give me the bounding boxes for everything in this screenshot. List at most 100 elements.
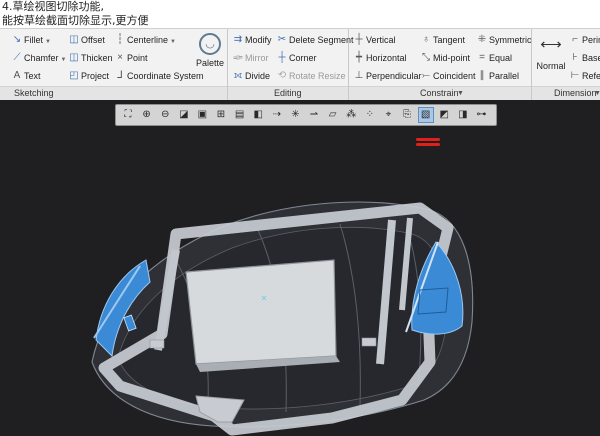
horizontal-icon: ┿ — [355, 52, 363, 63]
mirror-button[interactable]: ⟚ Mirror — [231, 50, 268, 66]
perimeter-icon: ⌐ — [572, 34, 578, 45]
symmetric-button[interactable]: ⁜ Symmetric — [475, 32, 532, 48]
perpendicular-button[interactable]: ⊥ Perpendicular — [352, 68, 422, 84]
repaint-icon[interactable]: ◪ — [176, 107, 192, 123]
ribbon: ↘ Fillet ▼ ⟋ Chamfer ▼ A Text ◫ Offset ◫ Thicke… — [0, 28, 600, 100]
corner-button[interactable]: ┼ Corner — [275, 50, 316, 66]
graphics-viewport[interactable]: ⛶ ⊕ ⊖ ◪ ▣ ⊞ ▤ ◧ ⇢ ✳ ⇀ ▱ ⁂ ⁘ ⌖ ⎘ ▧ ◩ ◨ ⊶ — [0, 100, 600, 436]
point-button[interactable]: × Point — [113, 50, 147, 66]
equal-icon: = — [479, 52, 485, 63]
editing-group-label: Editing — [228, 86, 348, 100]
fillet-icon: ↘ — [12, 34, 22, 45]
fillet-button[interactable]: ↘ Fillet ▼ — [10, 32, 51, 48]
text-button[interactable]: A Text — [10, 68, 41, 84]
annotation-stroke — [416, 138, 440, 141]
vertical-icon: ┼ — [355, 34, 363, 45]
parallel-icon: ∥ — [479, 70, 485, 81]
axis-display-icon[interactable]: ⁂ — [343, 107, 359, 123]
zoom-out-icon[interactable]: ⊖ — [157, 107, 173, 123]
project-button[interactable]: ◰ Project — [67, 68, 109, 84]
delete-segment-icon: ✂ — [277, 34, 287, 45]
coincident-button[interactable]: ⤚ Coincident — [419, 68, 476, 84]
chevron-down-icon: ▼ — [170, 39, 176, 45]
thicken-button[interactable]: ◫ Thicken — [67, 50, 112, 66]
chamfer-icon: ⟋ — [13, 52, 21, 63]
zoom-in-icon[interactable]: ⊕ — [139, 107, 155, 123]
palette-button[interactable]: ◡ Palette — [195, 31, 225, 81]
parallel-button[interactable]: ∥ Parallel — [475, 68, 520, 84]
offset-icon: ◫ — [69, 34, 79, 45]
annotation-stroke — [416, 143, 440, 146]
refit-icon[interactable]: ⛶ — [120, 107, 136, 123]
palette-icon: ◡ — [199, 33, 221, 55]
datum-display-icon[interactable]: ⇢ — [269, 107, 285, 123]
view-manager-icon[interactable]: ▤ — [232, 107, 248, 123]
centerline-icon: ┆ — [116, 34, 124, 45]
corner-icon: ┼ — [278, 52, 286, 63]
coincident-icon: ⤚ — [422, 70, 430, 81]
sketch-view-section-icon[interactable]: ▧ — [417, 107, 434, 123]
centerline-button[interactable]: ┆ Centerline ▼ — [113, 32, 176, 48]
chevron-down-icon: ▼ — [45, 39, 51, 45]
symmetric-icon: ⁜ — [477, 34, 487, 45]
chevron-down-icon: ▼ — [594, 90, 600, 97]
spin-center-icon[interactable]: ✳ — [287, 107, 303, 123]
normal-dimension-icon: ⟷ — [540, 36, 562, 53]
rotate-resize-button[interactable]: ⟲ Rotate Resize — [275, 68, 346, 84]
chevron-down-icon: ▼ — [457, 90, 464, 97]
sketcher-display-filters-icon[interactable]: ◩ — [436, 107, 452, 123]
modify-icon: ⇉ — [233, 34, 243, 45]
divide-icon: ⟗ — [233, 70, 243, 81]
csys-display-icon[interactable]: ⌖ — [380, 107, 396, 123]
sketching-group-label: Sketching — [0, 86, 227, 100]
reference-icon: ⊢ — [570, 70, 580, 81]
constrain-group-label[interactable]: Constrain ▼ — [349, 86, 531, 100]
offset-button[interactable]: ◫ Offset — [67, 32, 105, 48]
tangent-button[interactable]: ♁ Tangent — [419, 32, 465, 48]
center-plate — [185, 259, 337, 365]
thicken-icon: ◫ — [69, 52, 79, 63]
modify-button[interactable]: ⇉ Modify — [231, 32, 272, 48]
mid-point-button[interactable]: ⤡ Mid-point — [419, 50, 470, 66]
editing-group: ⇉ Modify ⟚ Mirror ⟗ Divide ✂ Delete Segment … — [228, 29, 354, 100]
sketching-group: ↘ Fillet ▼ ⟋ Chamfer ▼ A Text ◫ Offset ◫ Thicke… — [0, 29, 228, 100]
vertical-button[interactable]: ┼ Vertical — [352, 32, 395, 48]
plane-display-icon[interactable]: ▱ — [325, 107, 341, 123]
caption-line-2: 能按草绘截面切除显示,更方便 — [2, 13, 149, 27]
saved-orientations-icon[interactable]: ⊞ — [213, 107, 229, 123]
normal-dimension-button[interactable]: ⟷ Normal — [536, 31, 566, 81]
mirror-icon: ⟚ — [233, 52, 243, 63]
baseline-button[interactable]: ⊦Basel — [568, 50, 600, 66]
constraint-display-icon[interactable]: ◨ — [455, 107, 471, 123]
disp-vertex-icon[interactable]: ⊶ — [473, 107, 489, 123]
sketch-view-icon[interactable]: ⎘ — [399, 107, 415, 123]
annotation-mark — [416, 138, 440, 148]
constrain-group: ┼ Vertical ┿ Horizontal ⊥ Perpendicular ♁ Ta… — [349, 29, 532, 100]
text-icon: A — [13, 70, 21, 81]
caption: 4.草绘视图切除功能, 能按草绘截面切除显示,更方便 — [2, 0, 598, 27]
perspective-view-icon[interactable]: ◧ — [250, 107, 266, 123]
model-scene — [91, 201, 474, 436]
tangent-icon: ♁ — [422, 34, 430, 45]
horizontal-button[interactable]: ┿ Horizontal — [352, 50, 407, 66]
coordinate-system-button[interactable]: ⅃ Coordinate System — [113, 68, 203, 84]
caption-line-1: 4.草绘视图切除功能, — [2, 0, 104, 13]
perimeter-button[interactable]: ⌐Perim — [568, 32, 600, 48]
delete-segment-button[interactable]: ✂ Delete Segment — [275, 32, 354, 48]
perpendicular-icon: ⊥ — [354, 70, 364, 81]
point-icon: × — [117, 52, 123, 63]
mid-point-icon: ⤡ — [422, 52, 430, 63]
dimension-group-label[interactable]: Dimension ▼ — [532, 86, 600, 100]
divide-button[interactable]: ⟗ Divide — [231, 68, 270, 84]
baseline-icon: ⊦ — [572, 52, 578, 63]
reference-button[interactable]: ⊢Refer — [568, 68, 600, 84]
point-display-icon[interactable]: ⁘ — [362, 107, 378, 123]
rotate-resize-icon: ⟲ — [277, 70, 287, 81]
equal-button[interactable]: = Equal — [475, 50, 512, 66]
project-icon: ◰ — [69, 70, 79, 81]
chevron-down-icon: ▼ — [60, 57, 67, 63]
graphics-toolbar: ⛶ ⊕ ⊖ ◪ ▣ ⊞ ▤ ◧ ⇢ ✳ ⇀ ▱ ⁂ ⁘ ⌖ ⎘ ▧ ◩ ◨ ⊶ — [115, 104, 497, 126]
display-style-icon[interactable]: ▣ — [194, 107, 210, 123]
annotation-display-icon[interactable]: ⇀ — [306, 107, 322, 123]
chamfer-button[interactable]: ⟋ Chamfer ▼ — [10, 50, 67, 66]
